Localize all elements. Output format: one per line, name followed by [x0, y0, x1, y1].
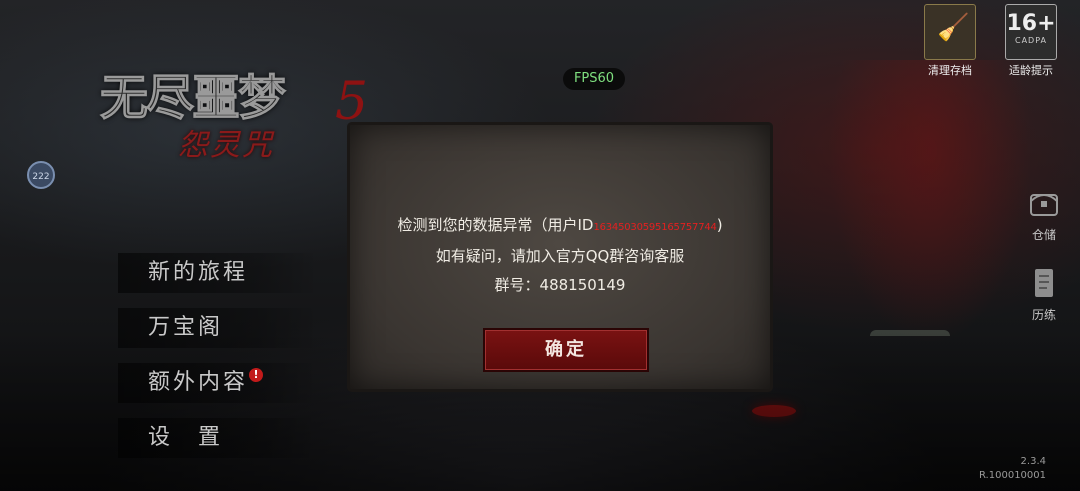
age-rating-caption: CADPA: [1014, 36, 1047, 45]
confirm-button[interactable]: 确定: [483, 328, 649, 372]
dialog-line-3: 群号：488150149: [494, 276, 626, 294]
version-number: 2.3.4: [1020, 456, 1046, 467]
menu-extra-content-label: 额外内容: [148, 370, 249, 395]
logo-number: 5: [335, 72, 369, 132]
menu-new-journey-label: 新的旅程: [148, 260, 249, 285]
dialog-message: 检测到您的数据异常（用户ID16345030595165757744) 如有疑问…: [350, 211, 770, 300]
history-button[interactable]: 历练: [1022, 266, 1066, 323]
fps-counter: FPS60: [563, 68, 625, 90]
age-rating-badge: 16+ CADPA: [1005, 4, 1057, 60]
clean-save-label: 清理存档: [928, 64, 972, 77]
warehouse-label: 仓储: [1031, 228, 1056, 242]
chest-icon: [1027, 186, 1061, 220]
notification-badge: !: [249, 368, 263, 382]
red-tree-silhouette: [820, 60, 1040, 360]
age-rating-number: 16+: [1006, 11, 1056, 36]
menu-settings[interactable]: 设 置: [118, 418, 318, 458]
dialog-line-1: 检测到您的数据异常（用户ID16345030595165757744): [350, 211, 770, 242]
age-rating-label: 适龄提示: [1009, 64, 1053, 77]
data-anomaly-dialog: 检测到您的数据异常（用户ID16345030595165757744) 如有疑问…: [350, 125, 770, 389]
menu-treasure-pavilion-label: 万宝阁: [148, 315, 224, 340]
main-menu: 新的旅程 万宝阁 额外内容 ! 设 置: [118, 253, 318, 473]
menu-treasure-pavilion[interactable]: 万宝阁: [118, 308, 318, 348]
clean-save-button[interactable]: 🧹 清理存档: [924, 4, 980, 78]
build-number: R.100010001: [978, 470, 1046, 481]
logo-subtitle: 怨灵咒: [178, 128, 274, 163]
broom-icon: 🧹: [937, 13, 970, 43]
dialog-line-1-suffix: ): [716, 216, 723, 234]
dialog-line-2: 如有疑问，请加入官方QQ群咨询客服: [435, 247, 685, 265]
menu-new-journey[interactable]: 新的旅程: [118, 253, 318, 293]
floating-assist-button[interactable]: 222: [27, 161, 55, 189]
menu-extra-content[interactable]: 额外内容 !: [118, 363, 318, 403]
version-info: 2.3.4 R.100010001: [979, 455, 1046, 483]
history-label: 历练: [1031, 308, 1056, 322]
menu-settings-label: 设 置: [148, 425, 224, 450]
warehouse-button[interactable]: 仓储: [1022, 186, 1066, 243]
user-id-value: 16345030595165757744: [593, 222, 717, 233]
age-rating-button[interactable]: 16+ CADPA 适龄提示: [1005, 4, 1061, 78]
scroll-icon: [1027, 266, 1061, 300]
game-logo: 无尽噩梦 5 怨灵咒: [99, 58, 390, 168]
dialog-line-1-prefix: 检测到您的数据异常（用户ID: [397, 216, 594, 234]
logo-title: 无尽噩梦: [99, 70, 286, 127]
